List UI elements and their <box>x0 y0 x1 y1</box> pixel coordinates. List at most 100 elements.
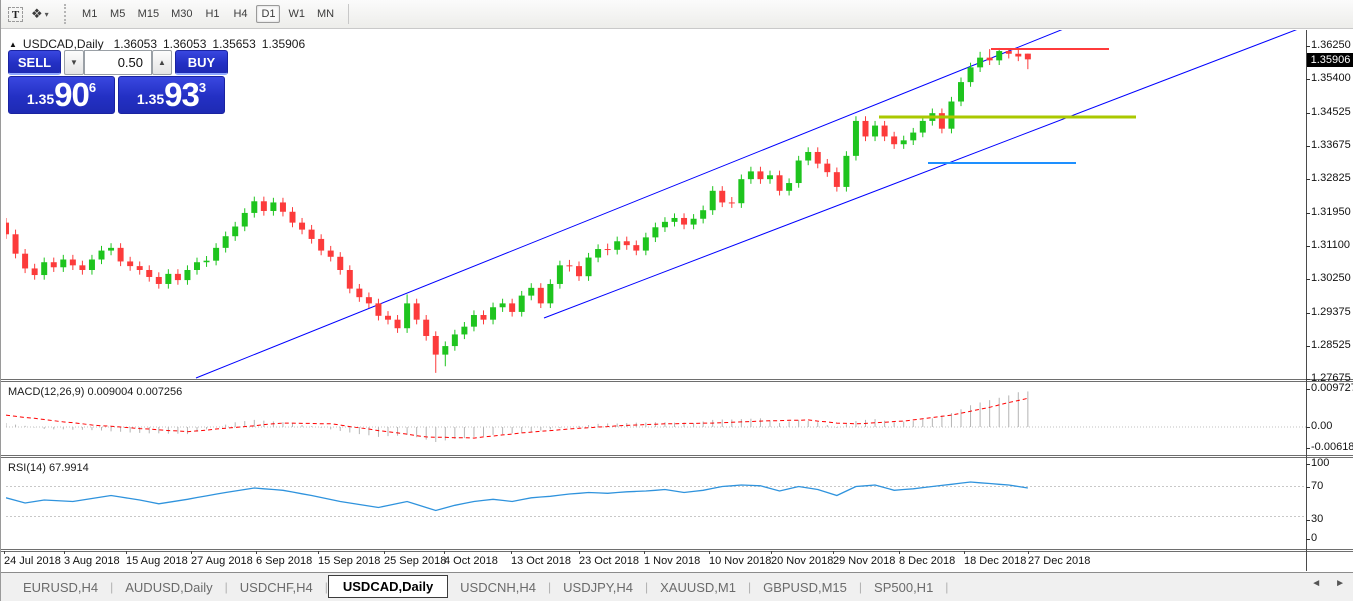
macd-scale-label: 0.00 <box>1311 420 1333 432</box>
date-tick <box>833 551 834 554</box>
date-label: 15 Aug 2018 <box>126 555 188 567</box>
date-label: 13 Oct 2018 <box>511 555 571 567</box>
price-tick-label: 1.34525 <box>1311 106 1351 118</box>
date-label: 4 Oct 2018 <box>444 555 498 567</box>
sell-button[interactable]: SELL <box>8 50 61 75</box>
date-label: 20 Nov 2018 <box>771 555 834 567</box>
mt4-window: T ❖ ▾ M1 M5 M15 M30 H1 H4 D1 W1 MN ▲ USDCAD,Dail… <box>0 0 1353 601</box>
price-tick-label: 1.36250 <box>1311 39 1351 51</box>
date-label: 8 Dec 2018 <box>899 555 956 567</box>
sell-price-sup: 6 <box>88 80 97 95</box>
date-tick <box>126 551 127 554</box>
date-tick <box>64 551 65 554</box>
macd-scale-label-tick <box>1306 427 1310 428</box>
date-tick <box>256 551 257 554</box>
rsi-layer <box>6 481 1306 517</box>
macd-rsi-separator[interactable] <box>1 455 1353 458</box>
tab-scroll-right-icon[interactable]: ► <box>1335 578 1345 589</box>
price-tick-label: 1.28525 <box>1311 339 1351 351</box>
buy-price-sup: 3 <box>198 80 207 95</box>
rsi-scale-label-tick <box>1306 487 1310 488</box>
tab-scroll-left-icon[interactable]: ◄ <box>1311 578 1321 589</box>
tab-scrollbar: ◄ ► <box>1311 578 1345 589</box>
rsi-scale-label: 100 <box>1311 457 1330 469</box>
chart-tab-eurusd-h4[interactable]: EURUSD,H4 <box>11 577 110 598</box>
date-label: 15 Sep 2018 <box>318 555 381 567</box>
chart-title: ▲ USDCAD,Daily 1.36053 1.36053 1.35653 1… <box>9 37 305 51</box>
date-tick <box>644 551 645 554</box>
main-macd-separator[interactable] <box>1 379 1353 382</box>
price-axis-line <box>1306 30 1307 571</box>
chart-tab-usdcad-daily[interactable]: USDCAD,Daily <box>327 574 449 598</box>
macd-scale-label-tick <box>1306 448 1310 449</box>
macd-label: MACD(12,26,9) 0.009004 0.007256 <box>8 386 183 398</box>
date-tick <box>384 551 385 554</box>
channel-upper-trendline[interactable] <box>195 28 1066 379</box>
price-tick-label: 1.30250 <box>1311 272 1351 284</box>
price-tick-label-tick <box>1306 213 1310 214</box>
chart-tab-xauusd-m1[interactable]: XAUUSD,M1 <box>648 577 748 598</box>
macd-scale-label: -0.006182 <box>1311 441 1353 453</box>
collapse-panel-icon[interactable]: ▲ <box>9 40 17 49</box>
date-label: 18 Dec 2018 <box>964 555 1027 567</box>
chart-symbol-period: USDCAD,Daily <box>22 37 104 51</box>
date-label: 1 Nov 2018 <box>644 555 701 567</box>
price-tick-label-tick <box>1306 346 1310 347</box>
tab-separator: | <box>945 580 949 594</box>
date-tick <box>318 551 319 554</box>
date-tick <box>709 551 710 554</box>
date-tick <box>4 551 5 554</box>
one-click-trading-panel: SELL ▼ ▲ BUY 1.35 90 6 1.35 93 3 <box>8 50 228 114</box>
chart-tab-usdchf-h4[interactable]: USDCHF,H4 <box>228 577 325 598</box>
date-tick <box>899 551 900 554</box>
volume-increase-button[interactable]: ▲ <box>152 50 172 75</box>
chart-tab-usdcnh-h4[interactable]: USDCNH,H4 <box>448 577 548 598</box>
chart-tab-audusd-daily[interactable]: AUDUSD,Daily <box>113 577 224 598</box>
date-label: 27 Aug 2018 <box>191 555 253 567</box>
rsi-scale-label: 70 <box>1311 480 1324 492</box>
rsi-scale-label-tick <box>1306 520 1310 521</box>
price-tick-label-tick <box>1306 313 1310 314</box>
date-tick <box>771 551 772 554</box>
date-label: 24 Jul 2018 <box>4 555 61 567</box>
ohlc-open: 1.36053 <box>113 37 157 51</box>
chart-tab-sp500-h1[interactable]: SP500,H1 <box>862 577 945 598</box>
date-label: 6 Sep 2018 <box>256 555 313 567</box>
rsi-dates-separator <box>1 549 1353 552</box>
date-tick <box>511 551 512 554</box>
buy-price-big: 93 <box>164 76 200 113</box>
rsi-scale-label: 30 <box>1311 513 1324 525</box>
rsi-scale-label-tick <box>1306 539 1310 540</box>
ohlc-low: 1.35653 <box>212 37 256 51</box>
volume-input[interactable] <box>84 50 152 75</box>
macd-layer <box>6 391 1306 443</box>
date-tick <box>579 551 580 554</box>
chart-tab-usdjpy-h4[interactable]: USDJPY,H4 <box>551 577 645 598</box>
date-label: 29 Nov 2018 <box>833 555 896 567</box>
current-price-badge: 1.35906 <box>1307 53 1353 67</box>
rsi-scale-label: 0 <box>1311 532 1318 544</box>
buy-price-box[interactable]: 1.35 93 3 <box>118 76 225 114</box>
price-tick-label: 1.33675 <box>1311 139 1351 151</box>
volume-decrease-button[interactable]: ▼ <box>64 50 84 75</box>
rsi-label: RSI(14) 67.9914 <box>8 462 89 474</box>
date-tick <box>964 551 965 554</box>
date-tick <box>1028 551 1029 554</box>
date-label: 23 Oct 2018 <box>579 555 639 567</box>
date-tick <box>444 551 445 554</box>
price-tick-label-tick <box>1306 279 1310 280</box>
macd-scale-label: 0.009727 <box>1311 382 1353 394</box>
sell-price-box[interactable]: 1.35 90 6 <box>8 76 115 114</box>
price-tick-label: 1.31100 <box>1311 239 1350 251</box>
date-label: 3 Aug 2018 <box>64 555 120 567</box>
ohlc-high: 1.36053 <box>163 37 207 51</box>
rsi-scale-label-tick <box>1306 464 1310 465</box>
price-tick-label: 1.32825 <box>1311 172 1351 184</box>
price-tick-label-tick <box>1306 113 1310 114</box>
price-tick-label-tick <box>1306 146 1310 147</box>
chart-tab-gbpusd-m15[interactable]: GBPUSD,M15 <box>751 577 859 598</box>
price-tick-label: 1.35400 <box>1311 72 1351 84</box>
price-tick-label: 1.29375 <box>1311 306 1351 318</box>
macd-scale-label-tick <box>1306 389 1310 390</box>
buy-button[interactable]: BUY <box>175 50 228 75</box>
